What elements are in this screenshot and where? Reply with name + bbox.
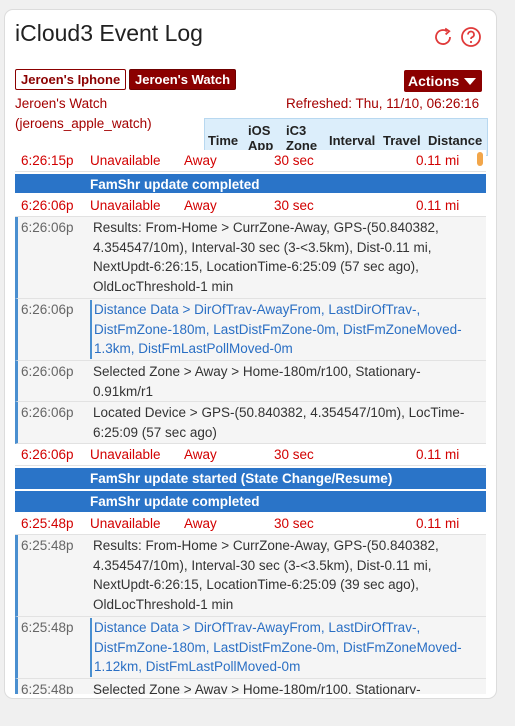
log-band-text: FamShr update completed bbox=[90, 494, 260, 509]
log-band-text: FamShr update started (State Change/Resu… bbox=[90, 471, 393, 486]
log-row: 6:26:06p Selected Zone > Away > Home-180m… bbox=[15, 361, 486, 402]
log-time: 6:25:48p bbox=[21, 516, 74, 531]
log-time: 6:25:48p bbox=[21, 538, 74, 553]
log-message: Results: From-Home > CurrZone-Away, GPS-… bbox=[93, 538, 439, 612]
log-interval: 30 sec bbox=[274, 153, 314, 168]
log-interval: 30 sec bbox=[274, 516, 314, 531]
log-distance: 0.11 mi bbox=[416, 198, 460, 213]
log-time: 6:26:06p bbox=[21, 198, 74, 213]
log-message: Selected Zone > Away > Home-180m/r100, S… bbox=[93, 682, 421, 694]
log-zone: Away bbox=[184, 198, 217, 213]
help-icon[interactable] bbox=[460, 26, 482, 48]
event-log-list[interactable]: 6:26:15p Unavailable Away 30 sec 0.11 mi FamS… bbox=[15, 142, 486, 694]
log-ios-state: Unavailable bbox=[90, 516, 161, 531]
col-ic3: iC3 bbox=[286, 123, 307, 138]
log-distance: 0.11 mi bbox=[416, 447, 460, 462]
log-band-row: FamShr update started (State Change/Resu… bbox=[15, 468, 486, 490]
log-time: 6:26:06p bbox=[21, 220, 74, 235]
log-row: 6:25:48p Results: From-Home > CurrZone-Aw… bbox=[15, 535, 486, 617]
log-row: 6:26:06p Unavailable Away 30 sec 0.11 mi bbox=[15, 444, 486, 466]
log-message: Distance Data > DirOfTrav-AwayFrom, Last… bbox=[90, 300, 469, 359]
refresh-icon[interactable] bbox=[432, 26, 454, 48]
log-row: 6:26:06p Distance Data > DirOfTrav-AwayFr… bbox=[15, 299, 486, 361]
log-time: 6:26:06p bbox=[21, 302, 74, 317]
log-row: 6:25:48p Distance Data > DirOfTrav-AwayFr… bbox=[15, 617, 486, 679]
device-name: Jeroen's Watch bbox=[15, 96, 108, 111]
log-message: Distance Data > DirOfTrav-AwayFrom, Last… bbox=[90, 618, 469, 677]
chevron-down-icon bbox=[464, 78, 476, 85]
log-message: Selected Zone > Away > Home-180m/r100, S… bbox=[93, 364, 421, 399]
scrollbar-thumb[interactable] bbox=[477, 152, 483, 166]
event-log-card: iCloud3 Event Log Jeroen's Iphone Jeroen… bbox=[4, 9, 497, 699]
log-band-text: FamShr update completed bbox=[90, 177, 260, 192]
log-row: 6:26:06p Results: From-Home > CurrZone-Aw… bbox=[15, 217, 486, 299]
page-title: iCloud3 Event Log bbox=[15, 20, 203, 46]
log-message: Results: From-Home > CurrZone-Away, GPS-… bbox=[93, 220, 439, 294]
log-row: 6:25:48p Selected Zone > Away > Home-180m… bbox=[15, 679, 486, 694]
log-interval: 30 sec bbox=[274, 198, 314, 213]
col-ios: iOS bbox=[248, 123, 271, 138]
log-time: 6:26:06p bbox=[21, 447, 74, 462]
log-ios-state: Unavailable bbox=[90, 447, 161, 462]
actions-label: Actions bbox=[408, 73, 460, 89]
log-message: Located Device > GPS-(50.840382, 4.35454… bbox=[93, 405, 465, 440]
log-zone: Away bbox=[184, 516, 217, 531]
log-distance: 0.11 mi bbox=[416, 516, 460, 531]
log-row: 6:26:15p Unavailable Away 30 sec 0.11 mi bbox=[15, 150, 486, 172]
device-button-watch[interactable]: Jeroen's Watch bbox=[129, 69, 237, 90]
actions-dropdown[interactable]: Actions bbox=[404, 70, 482, 92]
log-time: 6:26:15p bbox=[21, 153, 74, 168]
log-interval: 30 sec bbox=[274, 447, 314, 462]
log-row: 6:26:06p Unavailable Away 30 sec 0.11 mi bbox=[15, 195, 486, 217]
log-time: 6:26:06p bbox=[21, 364, 74, 379]
log-band-row: FamShr update completed bbox=[15, 174, 486, 194]
device-button-iphone[interactable]: Jeroen's Iphone bbox=[15, 69, 127, 90]
log-ios-state: Unavailable bbox=[90, 153, 161, 168]
log-distance: 0.11 mi bbox=[416, 153, 460, 168]
log-time: 6:25:48p bbox=[21, 682, 74, 694]
log-time: 6:25:48p bbox=[21, 620, 74, 635]
refreshed-time: Refreshed: Thu, 11/10, 06:26:16 bbox=[286, 96, 480, 111]
log-zone: Away bbox=[184, 447, 217, 462]
log-ios-state: Unavailable bbox=[90, 198, 161, 213]
log-row: 6:26:06p Located Device > GPS-(50.840382,… bbox=[15, 402, 486, 444]
log-zone: Away bbox=[184, 153, 217, 168]
log-row: 6:25:48p Unavailable Away 30 sec 0.11 mi bbox=[15, 513, 486, 535]
log-time: 6:26:06p bbox=[21, 405, 74, 420]
log-band-row: FamShr update completed bbox=[15, 491, 486, 513]
device-id: (jeroens_apple_watch) bbox=[15, 116, 152, 131]
